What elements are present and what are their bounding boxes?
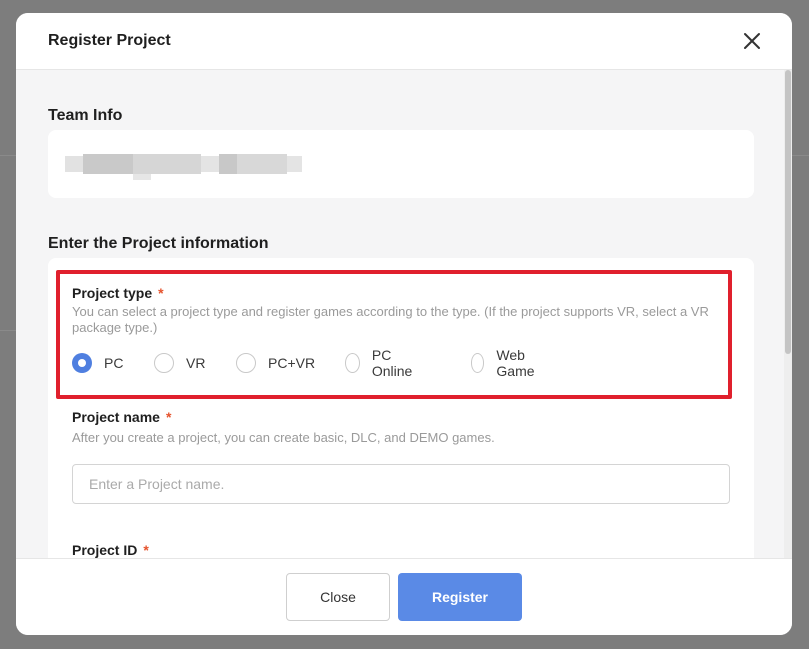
radio-label: PC+VR [268,355,316,371]
background-divider [792,155,809,156]
project-info-card: Project type * You can select a project t… [48,258,754,558]
radio-button[interactable] [345,353,360,373]
project-name-description: After you create a project, you can crea… [72,430,495,445]
register-button[interactable]: Register [398,573,522,621]
background-divider [0,155,16,156]
modal-header: Register Project [16,13,792,70]
scrollbar-thumb[interactable] [785,70,791,354]
radio-button[interactable] [72,353,92,373]
radio-option-pc-vr[interactable]: PC+VR [236,352,315,374]
close-icon[interactable] [740,29,764,53]
radio-label: Web Game [496,347,535,379]
required-mark: * [165,409,172,425]
close-button[interactable]: Close [286,573,390,621]
radio-option-pc-online[interactable]: PC Online [345,347,417,379]
project-id-label-text: Project ID [72,542,138,558]
project-id-label: Project ID * [72,542,149,558]
team-info-card [48,130,754,198]
radio-button[interactable] [236,353,256,373]
project-name-label-text: Project name [72,409,160,425]
register-project-modal: Register Project Team Info Enter the Pro… [16,13,792,635]
background-divider [0,330,16,331]
radio-label: PC Online [371,347,413,379]
radio-option-web-game[interactable]: Web Game [471,347,541,379]
radio-option-vr[interactable]: VR [154,352,205,374]
required-mark: * [158,285,164,301]
radio-label: PC [104,355,124,371]
modal-footer: Close Register [16,558,792,635]
modal-body[interactable]: Team Info Enter the Project information … [16,70,792,558]
radio-label: VR [186,355,206,371]
project-name-label: Project name * [72,409,171,425]
required-mark: * [143,542,149,558]
team-info-heading: Team Info [48,107,123,124]
project-name-input[interactable] [72,464,730,504]
project-info-heading: Enter the Project information [48,235,269,252]
radio-button[interactable] [154,353,174,373]
project-type-label-text: Project type [72,285,153,301]
radio-option-pc[interactable]: PC [72,352,123,374]
radio-button[interactable] [471,353,485,373]
project-type-description: You can select a project type and regist… [72,304,709,335]
project-type-label: Project type * [72,285,164,301]
modal-title: Register Project [48,32,171,49]
